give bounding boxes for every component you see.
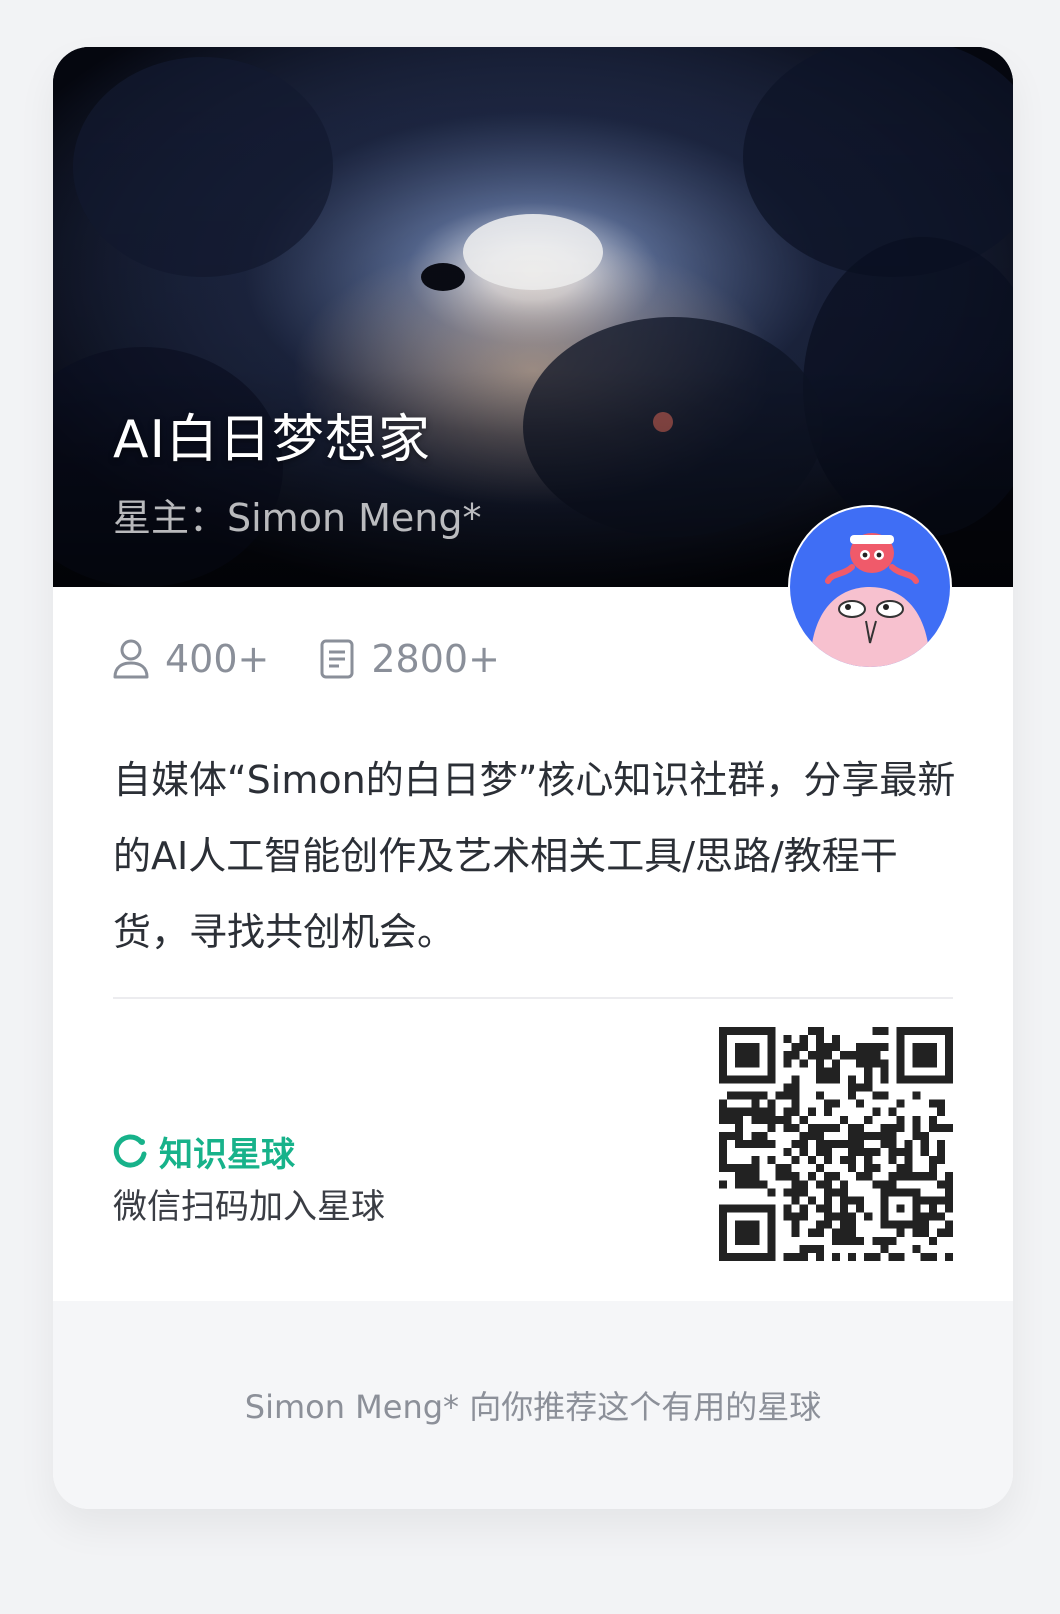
planet-title: AI白日梦想家 xyxy=(113,410,431,470)
zsxq-logo-icon xyxy=(113,1134,147,1168)
planet-owner: 星主：Simon Meng* xyxy=(113,496,482,540)
member-count-value: 400+ xyxy=(165,637,270,681)
person-icon xyxy=(113,639,149,679)
footer: Simon Meng* 向你推荐这个有用的星球 xyxy=(53,1301,1013,1509)
document-icon xyxy=(320,639,354,679)
qr-code[interactable] xyxy=(719,1027,953,1261)
post-count-value: 2800+ xyxy=(371,637,500,681)
brand-name: 知识星球 xyxy=(159,1135,295,1175)
divider xyxy=(113,997,953,999)
octopus-avatar-icon xyxy=(790,507,950,667)
brand-logo: 知识星球 xyxy=(111,1127,295,1176)
member-count: 400+ xyxy=(111,637,269,681)
recommend-text: Simon Meng* 向你推荐这个有用的星球 xyxy=(244,1388,822,1426)
scan-instruction: 微信扫码加入星球 xyxy=(113,1187,385,1227)
planet-description: 自媒体“Simon的白日梦”核心知识社群，分享最新的AI人工智能创作及艺术相关工… xyxy=(113,758,956,954)
planet-stats: 400+ 2800+ xyxy=(111,629,548,689)
planet-share-card: AI白日梦想家 星主：Simon Meng* 400+ 2800+ 自媒体“Si… xyxy=(53,47,1013,1509)
post-count: 2800+ xyxy=(317,637,500,681)
avatar xyxy=(788,505,952,669)
